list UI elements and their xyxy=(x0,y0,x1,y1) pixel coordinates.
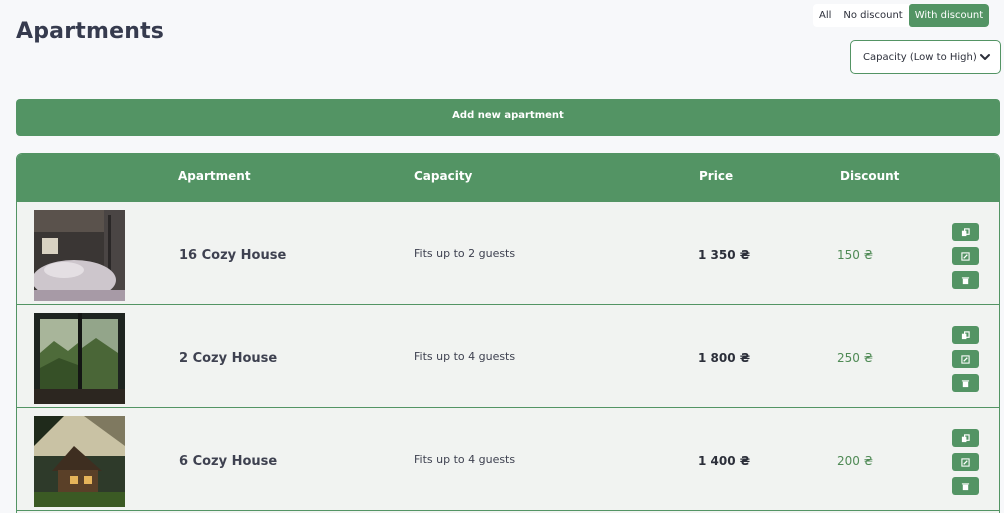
mountain-window-photo xyxy=(34,313,125,404)
filter-with-discount-button[interactable]: With discount xyxy=(908,4,990,27)
apartment-name: 2 Cozy House xyxy=(179,351,278,366)
trash-icon xyxy=(961,379,970,387)
copy-icon xyxy=(961,330,970,339)
header-capacity: Capacity xyxy=(414,169,473,183)
apartment-discount: 150 ₴ xyxy=(837,248,874,262)
row-actions xyxy=(952,223,979,289)
row-actions xyxy=(952,326,979,392)
edit-button[interactable] xyxy=(952,247,979,265)
header-price: Price xyxy=(699,169,734,183)
apartment-thumbnail[interactable] xyxy=(34,416,125,507)
apartment-name: 16 Cozy House xyxy=(179,248,287,263)
copy-button[interactable] xyxy=(952,429,979,447)
trash-icon xyxy=(961,482,970,490)
apartment-capacity: Fits up to 4 guests xyxy=(414,350,516,363)
copy-button[interactable] xyxy=(952,223,979,241)
delete-button[interactable] xyxy=(952,374,979,392)
add-apartment-button[interactable]: Add new apartment xyxy=(16,99,1000,136)
header-discount: Discount xyxy=(840,169,900,183)
cabin-photo xyxy=(34,416,125,507)
table-row: 2 Cozy House Fits up to 4 guests 1 800 ₴… xyxy=(17,305,999,408)
apartment-capacity: Fits up to 2 guests xyxy=(414,247,516,260)
sort-select-value: Capacity (Low to High) xyxy=(863,51,977,63)
copy-icon xyxy=(961,227,970,236)
apartment-price: 1 800 ₴ xyxy=(698,351,751,365)
sort-select[interactable]: Capacity (Low to High) xyxy=(850,40,1001,74)
apartment-thumbnail[interactable] xyxy=(34,313,125,404)
edit-button[interactable] xyxy=(952,453,979,471)
table-header: Apartment Capacity Price Discount xyxy=(17,154,999,202)
apartment-thumbnail[interactable] xyxy=(34,210,125,301)
chevron-down-icon xyxy=(980,54,990,60)
delete-button[interactable] xyxy=(952,477,979,495)
table-row: 16 Cozy House Fits up to 2 guests 1 350 … xyxy=(17,202,999,305)
table-row: 6 Cozy House Fits up to 4 guests 1 400 ₴… xyxy=(17,408,999,511)
apartments-table: Apartment Capacity Price Discount 16 Coz… xyxy=(16,153,1000,513)
apartment-price: 1 350 ₴ xyxy=(698,248,751,262)
row-actions xyxy=(952,429,979,495)
copy-button[interactable] xyxy=(952,326,979,344)
edit-icon xyxy=(961,251,970,261)
apartment-capacity: Fits up to 4 guests xyxy=(414,453,516,466)
discount-filter: All No discount With discount xyxy=(813,4,990,27)
bedroom-photo xyxy=(34,210,125,301)
edit-icon xyxy=(961,457,970,467)
filter-all-button[interactable]: All xyxy=(813,4,837,27)
apartment-discount: 200 ₴ xyxy=(837,454,874,468)
trash-icon xyxy=(961,276,970,284)
apartment-name: 6 Cozy House xyxy=(179,454,278,469)
edit-icon xyxy=(961,354,970,364)
apartment-price: 1 400 ₴ xyxy=(698,454,751,468)
filter-no-discount-button[interactable]: No discount xyxy=(837,4,908,27)
edit-button[interactable] xyxy=(952,350,979,368)
apartment-discount: 250 ₴ xyxy=(837,351,874,365)
page-title: Apartments xyxy=(16,19,165,44)
delete-button[interactable] xyxy=(952,271,979,289)
copy-icon xyxy=(961,433,970,442)
header-apartment: Apartment xyxy=(178,169,251,183)
